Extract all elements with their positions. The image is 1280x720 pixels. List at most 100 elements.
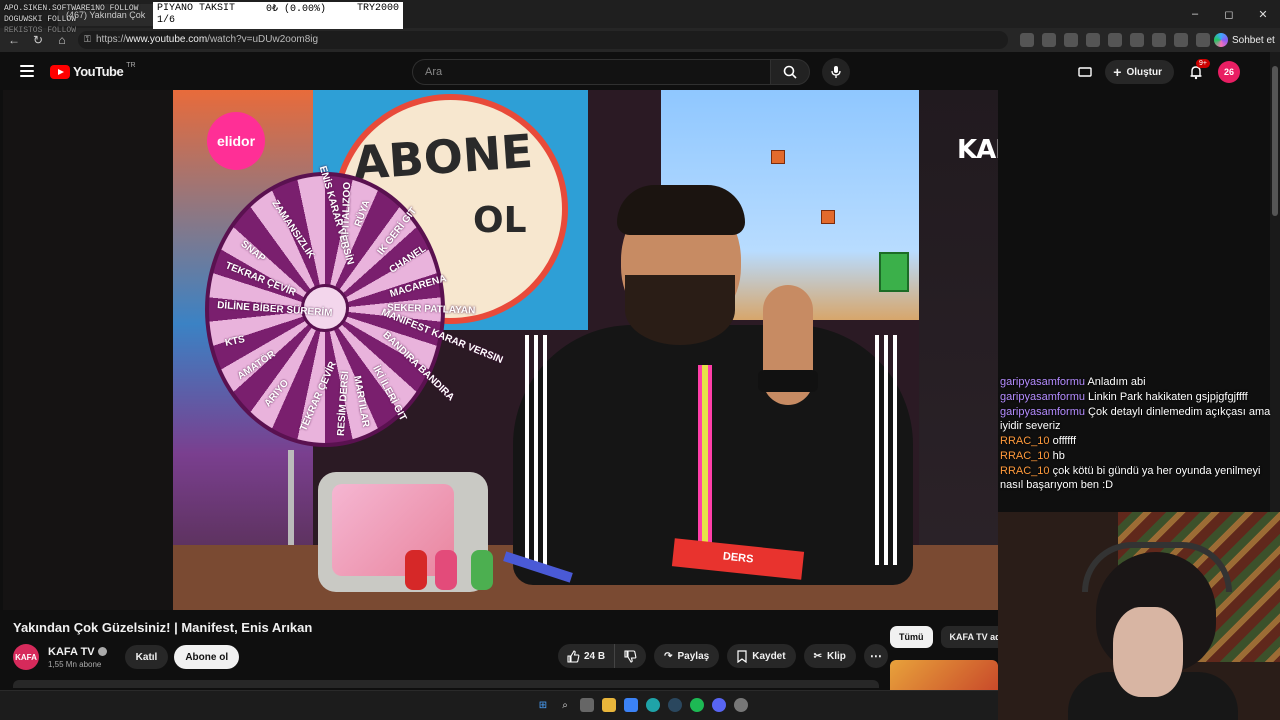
- bookmark-icon: [737, 649, 747, 663]
- spin-wheel: CAPITALIZOO RÜYA IK GERİ GIT CHANEL MACA…: [205, 165, 504, 447]
- kafa-tv-logo: KAFAtv: [957, 126, 998, 178]
- chat-user: garipyasamformu: [1000, 391, 1085, 403]
- dislike-button[interactable]: [615, 644, 646, 668]
- chat-message: garipyasamformu Çok detaylı dinlemedim a…: [1000, 405, 1276, 433]
- chat-message: RRAC_10 çok kötü bi gündü ya her oyunda …: [1000, 464, 1276, 492]
- window-controls: – ◻ ✕: [1178, 0, 1280, 28]
- like-dislike-group: 24 B: [558, 644, 647, 668]
- like-button[interactable]: 24 B: [558, 644, 616, 668]
- follow-line: APO.SIKEN.SOFTWARE1NO FOLLOW: [4, 4, 139, 13]
- menu-icon[interactable]: [20, 65, 34, 77]
- follower-overlay: APO.SIKEN.SOFTWARE1NO FOLLOW DOGUWSKI FO…: [4, 3, 138, 36]
- share-button[interactable]: ↷ Paylaş: [654, 644, 720, 668]
- extension-icons: [1020, 33, 1210, 47]
- scrollbar-thumb[interactable]: [1272, 66, 1278, 216]
- microphone-icon: [831, 66, 841, 78]
- extension-icon[interactable]: [1152, 33, 1166, 47]
- chat-user: garipyasamformu: [1000, 406, 1085, 418]
- search-icon[interactable]: ⌕: [558, 698, 572, 712]
- youtube-play-icon: [50, 64, 70, 79]
- extension-icon[interactable]: [1196, 33, 1210, 47]
- voice-search-button[interactable]: [822, 58, 850, 86]
- file-explorer-icon[interactable]: [602, 698, 616, 712]
- logo-text: YouTube: [73, 64, 124, 79]
- channel-name[interactable]: KAFA TV: [48, 646, 107, 658]
- extension-icon[interactable]: [1130, 33, 1144, 47]
- search-icon: [783, 65, 797, 79]
- related-filters: Tümü KAFA TV adlı: [890, 626, 1015, 648]
- account-avatar[interactable]: 26: [1218, 61, 1240, 83]
- copilot-icon: [1214, 33, 1228, 47]
- donation-goal-widget: PIYANO TAKSIT 0₺ (0.00%) TRY2000 1/6: [153, 2, 403, 29]
- url-field[interactable]: ⚿ https://www.youtube.com/watch?v=uDUw2o…: [78, 31, 1008, 49]
- channel-avatar[interactable]: KAFA: [13, 644, 39, 670]
- youtube-logo[interactable]: YouTube TR: [50, 62, 136, 79]
- extension-icon[interactable]: [1174, 33, 1188, 47]
- related-video-thumbnail[interactable]: [890, 660, 998, 690]
- extension-icon[interactable]: [1108, 33, 1122, 47]
- create-button[interactable]: + Oluştur: [1105, 60, 1174, 84]
- header-actions: + Oluştur 9+ 26: [1077, 59, 1240, 84]
- windows-start-icon[interactable]: ⊞: [536, 698, 550, 712]
- more-actions-button[interactable]: ⋯: [863, 644, 888, 668]
- video-frame[interactable]: ABONE OL KAFAtv elidor CAPITALIZOO RÜYA …: [173, 90, 998, 610]
- thumbs-down-icon: [624, 649, 637, 663]
- wheel-label: ARIYO: [262, 377, 292, 410]
- chat-user: garipyasamformu: [1000, 376, 1085, 388]
- host: [483, 185, 923, 585]
- description-box[interactable]: [13, 680, 879, 688]
- streamer-webcam: [998, 512, 1280, 720]
- create-label: Oluştur: [1126, 66, 1162, 78]
- wheel-label: RÜYA: [352, 198, 373, 229]
- edge-icon[interactable]: [646, 698, 660, 712]
- chat-message: RRAC_10 offffff: [1000, 434, 1276, 448]
- taskbar-icons: ⊞ ⌕: [536, 698, 748, 712]
- save-button[interactable]: Kaydet: [727, 644, 796, 668]
- share-label: Paylaş: [677, 650, 710, 662]
- channel-meta: KAFA TV 1,55 Mn abone: [48, 646, 107, 669]
- video-player[interactable]: ABONE OL KAFAtv elidor CAPITALIZOO RÜYA …: [3, 90, 998, 610]
- goal-target: TRY2000: [356, 3, 399, 14]
- save-label: Kaydet: [752, 650, 786, 662]
- spotify-icon[interactable]: [690, 698, 704, 712]
- video-actions: 24 B ↷ Paylaş Kaydet ✂ Klip ⋯: [558, 644, 888, 668]
- chat-text: hb: [1052, 450, 1065, 462]
- extension-icon[interactable]: [1020, 33, 1034, 47]
- extension-icon[interactable]: [1086, 33, 1100, 47]
- wheel-label: CHANEL: [387, 243, 429, 276]
- wheel-label: TEKRAR ÇEVİR: [223, 260, 298, 299]
- app-icon[interactable]: [734, 698, 748, 712]
- elidor-sponsor-logo: elidor: [207, 112, 265, 170]
- store-icon[interactable]: [624, 698, 638, 712]
- wheel-label: MACARENA: [388, 273, 448, 300]
- steam-icon[interactable]: [668, 698, 682, 712]
- search-button[interactable]: [770, 59, 810, 85]
- plus-icon: +: [1113, 64, 1122, 80]
- chat-user: RRAC_10: [1000, 450, 1050, 462]
- cast-icon[interactable]: [1077, 64, 1093, 80]
- filter-chip-all[interactable]: Tümü: [890, 626, 933, 648]
- clip-button[interactable]: ✂ Klip: [803, 644, 856, 668]
- chat-message: garipyasamformu Anladım abi: [1000, 375, 1276, 389]
- notification-badge: 9+: [1196, 59, 1210, 68]
- close-button[interactable]: ✕: [1246, 0, 1280, 28]
- clip-label: Klip: [826, 650, 846, 662]
- youtube-header: YouTube TR Ara + Oluştur 9+ 26: [0, 52, 1270, 90]
- extension-icon[interactable]: [1042, 33, 1056, 47]
- wheel-label: İKİ İLERİ GIT: [370, 364, 409, 423]
- stream-chat-overlay: garipyasamformu Anladım abi garipyasamfo…: [1000, 375, 1276, 493]
- join-button[interactable]: Katıl: [124, 645, 169, 669]
- maximize-button[interactable]: ◻: [1212, 0, 1246, 28]
- goal-name: PIYANO TAKSIT: [157, 3, 236, 14]
- extension-icon[interactable]: [1064, 33, 1078, 47]
- thumbs-up-icon: [567, 649, 580, 663]
- subscribe-button[interactable]: Abone ol: [174, 645, 240, 669]
- copilot-chat-button[interactable]: Sohbet et: [1214, 32, 1275, 48]
- notifications-button[interactable]: 9+: [1186, 59, 1210, 82]
- discord-icon[interactable]: [712, 698, 726, 712]
- search-input[interactable]: Ara: [412, 59, 770, 85]
- wheel-label: AMATÖR: [235, 348, 278, 383]
- task-view-icon[interactable]: [580, 698, 594, 712]
- minimize-button[interactable]: –: [1178, 0, 1212, 28]
- wheel-label: ZAMANSIZLIK: [269, 198, 317, 261]
